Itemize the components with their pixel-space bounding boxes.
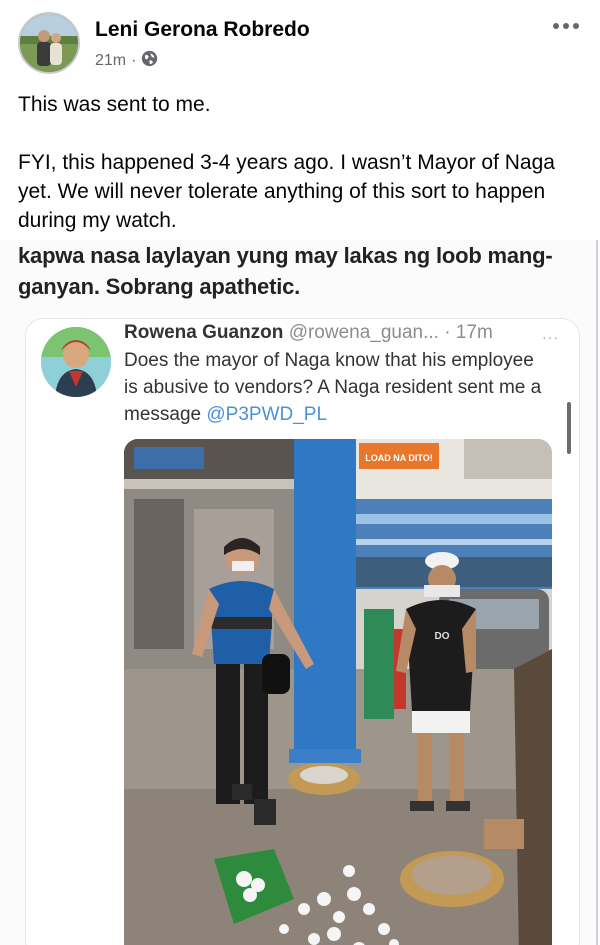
tweet-mention: @P3PWD_PL (206, 404, 328, 425)
post-text: This was sent to me. FYI, this happened … (18, 90, 588, 264)
image-scrollbar (567, 402, 571, 454)
tweet-avatar (41, 327, 111, 397)
tweet-time: · 17m (444, 322, 493, 343)
tweet-handle: @rowena_guan... (288, 322, 439, 343)
meta-separator: · (131, 52, 137, 69)
image-caption: kapwa nasa laylayan yung may lakas ng lo… (18, 243, 553, 299)
embedded-tweet: Rowena Guanzon @rowena_guan... · 17m ···… (25, 318, 580, 945)
tweet-photo: LOAD NA DITO! DO (124, 439, 552, 945)
post-header: Leni Gerona Robredo 21m · (18, 12, 586, 76)
tweet-text: Does the mayor of Naga know that his emp… (124, 350, 542, 425)
post-meta: 21m · (95, 50, 158, 72)
tweet-body: Does the mayor of Naga know that his emp… (124, 347, 544, 428)
globe-icon (141, 50, 158, 72)
shared-image[interactable]: kapwa nasa laylayan yung may lakas ng lo… (0, 240, 600, 945)
store-sign-text: LOAD NA DITO! (365, 453, 433, 463)
author-avatar[interactable] (18, 12, 80, 74)
tweet-more-icon: ··· (542, 329, 559, 345)
post-paragraph: FYI, this happened 3-4 years ago. I wasn… (18, 151, 555, 232)
image-edge (596, 240, 598, 945)
post-time[interactable]: 21m (95, 52, 126, 70)
author-name[interactable]: Leni Gerona Robredo (95, 18, 310, 42)
post-paragraph: This was sent to me. (18, 93, 211, 116)
more-dots-icon[interactable] (550, 16, 582, 36)
tweet-author-name: Rowena Guanzon (124, 322, 284, 343)
shirt-text: DO (435, 631, 450, 642)
tweet-header: Rowena Guanzon @rowena_guan... · 17m (124, 322, 493, 344)
